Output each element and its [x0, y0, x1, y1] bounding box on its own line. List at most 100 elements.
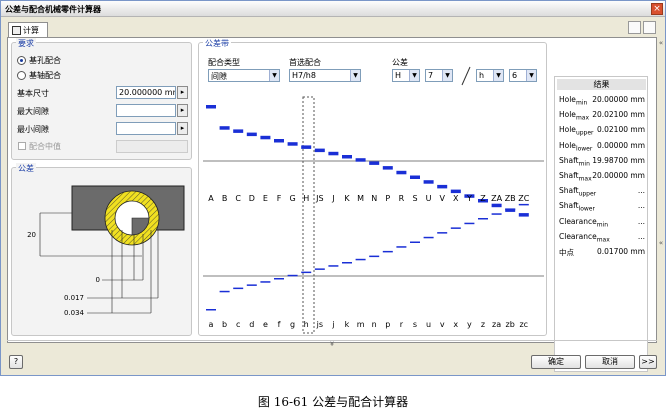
hole-zone-bar	[246, 132, 257, 137]
hole-letter-label: F	[277, 194, 282, 203]
hole-letter-label: S	[412, 194, 417, 203]
dim-20: 20	[27, 231, 36, 239]
result-value: 20.02100 mm	[592, 110, 645, 120]
ok-button[interactable]: 确定	[531, 355, 581, 369]
shaft-letter-select[interactable]: h ▼	[476, 69, 504, 82]
help-button[interactable]: ?	[9, 355, 23, 369]
result-name: Hole	[559, 125, 576, 135]
shaft-letter-label: j	[331, 320, 334, 329]
shaft-letter-label: m	[357, 320, 365, 329]
shaft-zone-bar	[301, 271, 312, 274]
window-title: 公差与配合机械零件计算器	[5, 5, 101, 14]
requirements-title: 要求	[16, 38, 36, 49]
right-scroll-arrows[interactable]: ««	[657, 39, 665, 339]
shaft-grade-select[interactable]: 6 ▼	[509, 69, 537, 82]
calculator-window: 公差与配合机械零件计算器 × 计算 要求 基孔配合 基轴配合 基本尺寸 20.0…	[0, 0, 666, 376]
shaft-basis-radio[interactable]	[17, 71, 26, 80]
hole-zone-bar	[369, 161, 380, 165]
result-value: 20.00000 mm	[592, 95, 645, 104]
chevron-down-icon: ▼	[493, 70, 503, 81]
shaft-zone-bar	[491, 213, 502, 215]
result-name: Shaft	[559, 155, 579, 165]
hole-letter-label: JS	[315, 194, 323, 203]
hole-letter-label: K	[344, 194, 350, 203]
result-subscript: max	[575, 114, 590, 122]
basic-size-arrow-button[interactable]: ▸	[177, 86, 188, 99]
result-subscript: min	[578, 160, 590, 168]
min-clearance-arrow-button[interactable]: ▸	[177, 122, 188, 135]
result-value: 0.02100 mm	[596, 125, 645, 135]
hole-zone-bar	[437, 184, 448, 189]
result-row: Clearancemax...	[559, 232, 647, 244]
toolbar-options-icon[interactable]	[628, 21, 641, 34]
hole-letter-select[interactable]: H ▼	[392, 69, 420, 82]
tab-calculate[interactable]: 计算	[8, 22, 48, 37]
result-row: Holeupper 0.02100 mm	[559, 125, 647, 137]
min-clearance-label: 最小间隙	[17, 125, 49, 134]
max-clearance-input[interactable]	[116, 104, 176, 117]
hole-grade-select[interactable]: 7 ▼	[425, 69, 453, 82]
hole-zone-bar	[260, 135, 271, 140]
result-value: 0.00000 mm	[596, 140, 645, 150]
result-row: Clearancemin...	[559, 217, 647, 229]
hole-letter-label: R	[399, 194, 405, 203]
tolerance-zone-chart: A B C D E F G H JS J K M N P R S U V X Y Z ZA ZB ZC a b c d e f g h js j…	[203, 96, 544, 334]
more-button[interactable]: >>	[639, 355, 657, 369]
shaft-letter-label: g	[290, 320, 295, 329]
fit-type-select[interactable]: 间隙 ▼	[208, 69, 280, 82]
shaft-zone-bar	[478, 218, 488, 220]
result-value: 20.00000 mm	[592, 171, 645, 180]
toolbar-export-icon[interactable]	[643, 21, 656, 34]
shaft-zone-bar	[314, 268, 325, 270]
hole-zone-bar	[342, 155, 352, 159]
hole-zone-bar	[206, 105, 216, 109]
shaft-letter-label: r	[400, 320, 404, 329]
shaft-zone-bar	[396, 246, 407, 248]
preferred-fit-label: 首选配合	[289, 58, 321, 67]
shaft-zone-bar	[505, 208, 516, 211]
shaft-letter-label: f	[278, 320, 281, 329]
figure-caption: 图 16-61 公差与配合计算器	[257, 395, 409, 409]
shaft-letter-label: y	[467, 320, 472, 329]
hole-basis-radio[interactable]	[17, 56, 26, 65]
shaft-letter-label: p	[385, 320, 390, 329]
hole-zone-bar	[410, 175, 420, 179]
min-clearance-input[interactable]	[116, 122, 176, 135]
result-row: Shaftlower...	[559, 201, 647, 213]
shaft-letter-label: z	[481, 320, 485, 329]
shaft-letter-label: b	[222, 320, 227, 329]
shaft-letter-label: zc	[519, 320, 528, 329]
title-bar: 公差与配合机械零件计算器 ×	[1, 1, 665, 17]
hole-zone-bar	[396, 170, 407, 175]
result-name: Shaft	[559, 186, 579, 196]
hole-letter-label: V	[439, 194, 445, 203]
basic-size-input[interactable]: 20.000000 mm	[116, 86, 176, 99]
preferred-fit-select[interactable]: H7/h8 ▼	[289, 69, 361, 82]
hole-zone-bar	[450, 189, 461, 194]
close-button[interactable]: ×	[651, 3, 663, 15]
center-fit-checkbox[interactable]	[18, 142, 26, 150]
result-subscript: lower	[575, 145, 593, 153]
hole-letter-label: D	[249, 194, 255, 203]
hole-letter-label: J	[331, 194, 334, 203]
chevron-down-icon: ▼	[409, 70, 419, 81]
shaft-zone-bar	[437, 232, 448, 234]
max-clearance-arrow-button[interactable]: ▸	[177, 104, 188, 117]
hole-zone-bar	[233, 129, 244, 133]
result-name: 中点	[559, 248, 574, 257]
result-subscript: min	[575, 99, 588, 107]
results-title: 结果	[557, 79, 646, 90]
fit-diagram: 20 0 0.017 0.034	[27, 185, 185, 317]
results-panel: 结果 Holemin 20.00000 mm Holemax 20.02100 mm H…	[554, 76, 648, 372]
hole-letter-label: M	[357, 194, 364, 203]
shaft-zone-bar	[518, 203, 529, 206]
cancel-button[interactable]: 取消	[585, 355, 635, 369]
result-value: 19.98700 mm	[592, 155, 645, 165]
result-row: 中点 0.01700 mm	[559, 247, 647, 258]
shaft-zone-bar	[274, 278, 284, 280]
shaft-letter-label: e	[263, 320, 268, 329]
result-subscript: max	[578, 175, 592, 183]
shaft-letter-label: k	[345, 320, 350, 329]
result-row: Shaftmin 19.98700 mm	[559, 156, 647, 168]
bottom-expand-arrow[interactable]: ¥	[7, 340, 657, 348]
